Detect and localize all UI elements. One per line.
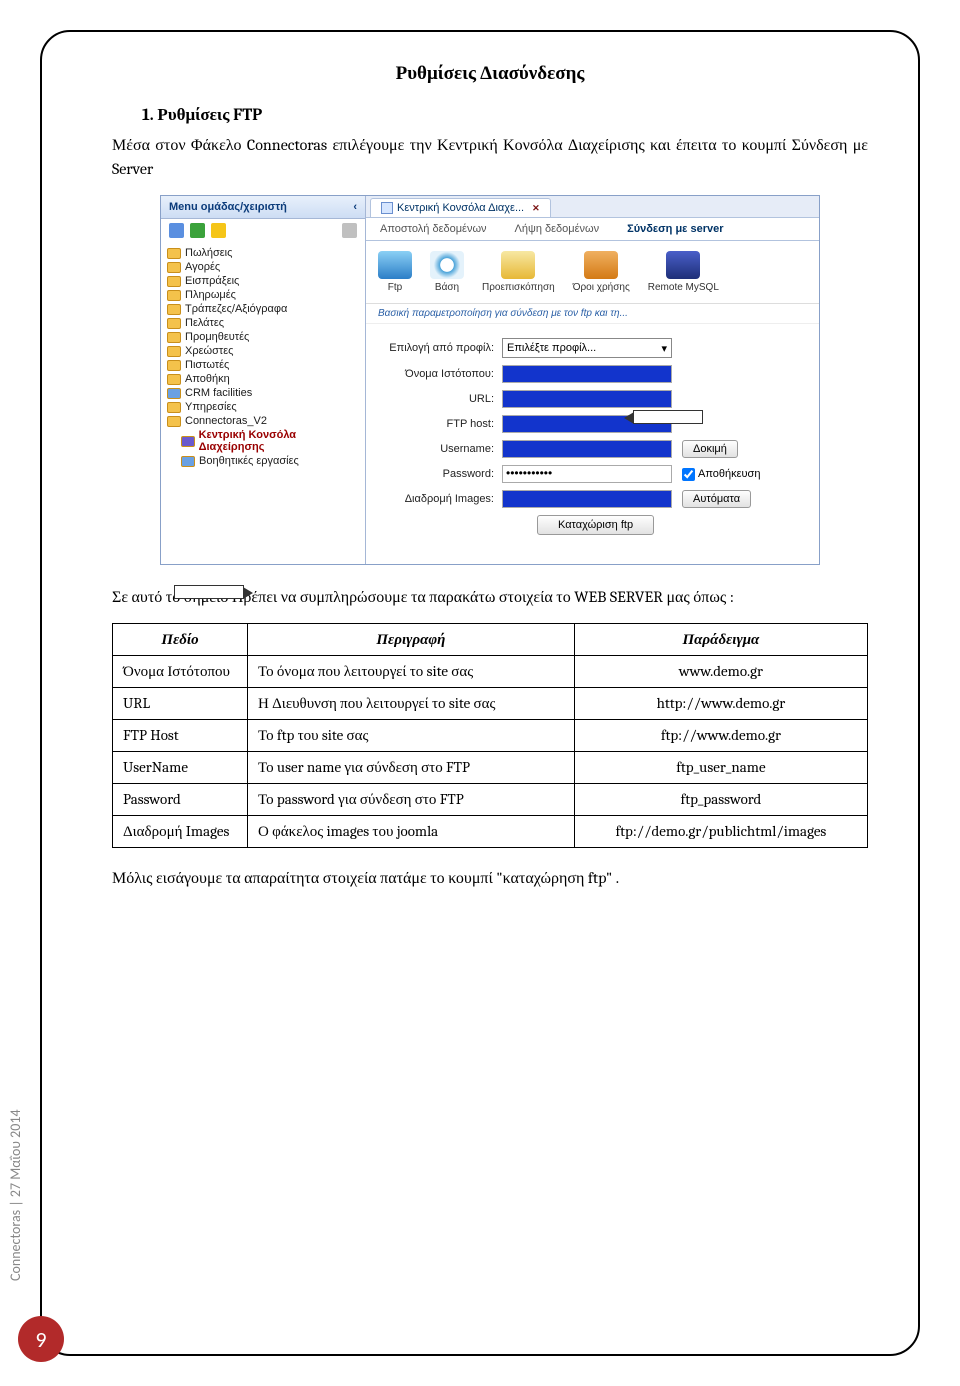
tab-icon <box>381 202 393 214</box>
folder-icon <box>167 416 181 427</box>
folder-icon <box>167 276 181 287</box>
folder-icon <box>167 304 181 315</box>
th-field: Πεδίο <box>113 624 248 656</box>
toolbar-ftp[interactable]: Ftp <box>378 251 412 293</box>
terms-icon <box>584 251 618 279</box>
tree-item[interactable]: Υπηρεσίες <box>167 400 359 414</box>
tree-item[interactable]: Connectoras_V2 <box>167 414 359 428</box>
folder-icon <box>167 346 181 357</box>
sidebar: Menu ομάδας/χειριστή ‹ Πωλήσεις Αγορές Ε… <box>161 196 366 564</box>
table-row: UserNameΤο user name για σύνδεση στο FTP… <box>113 752 868 784</box>
tab-server-connection[interactable]: Σύνδεση με server <box>613 218 737 240</box>
fields-table: Πεδίο Περιγραφή Παράδειγμα Όνομα Ιστότοπ… <box>112 623 868 848</box>
username-input[interactable] <box>502 440 672 458</box>
chevron-down-icon: ▾ <box>661 342 667 355</box>
site-name-input[interactable] <box>502 365 672 383</box>
th-example: Παράδειγμα <box>574 624 867 656</box>
password-input[interactable]: ••••••••••• <box>502 465 672 483</box>
images-path-label: Διαδρομή Images: <box>382 493 502 505</box>
intro-text: Μέσα στον Φάκελο Connectoras επιλέγουμε … <box>112 133 868 181</box>
preview-icon <box>501 251 535 279</box>
images-path-input[interactable] <box>502 490 672 508</box>
save-checkbox[interactable]: Αποθήκευση <box>682 468 760 481</box>
tree-item[interactable]: Πωλήσεις <box>167 246 359 260</box>
folder-icon <box>167 402 181 413</box>
table-row: PasswordΤο password για σύνδεση στο FTPf… <box>113 784 868 816</box>
toolbar-database[interactable]: Βάση <box>430 251 464 293</box>
document-tab[interactable]: Κεντρική Κονσόλα Διαχε... ✕ <box>370 198 551 217</box>
tab-receive-data[interactable]: Λήψη δεδομένων <box>501 218 614 240</box>
folder-icon <box>167 290 181 301</box>
th-desc: Περιγραφή <box>248 624 575 656</box>
page-title: Ρυθμίσεις Διασύνδεσης <box>112 62 868 85</box>
user2-icon[interactable] <box>190 223 205 238</box>
tab-send-data[interactable]: Αποστολή δεδομένων <box>366 218 501 240</box>
username-label: Username: <box>382 443 502 455</box>
folder-icon <box>167 360 181 371</box>
side-watermark: Connectoras | 27 Μαΐου 2014 <box>7 1109 24 1281</box>
eye-icon <box>430 251 464 279</box>
auto-button[interactable]: Αυτόματα <box>682 490 751 508</box>
close-icon[interactable]: ✕ <box>532 203 540 214</box>
tree-item[interactable]: Βοηθητικές εργασίες <box>167 454 359 468</box>
profile-label: Επιλογή από προφίλ: <box>382 342 502 354</box>
tree-item[interactable]: CRM facilities <box>167 386 359 400</box>
folder-icon <box>167 248 181 259</box>
app-screenshot: Menu ομάδας/χειριστή ‹ Πωλήσεις Αγορές Ε… <box>160 195 820 565</box>
arrow-callout-side <box>174 585 244 599</box>
main-pane: Κεντρική Κονσόλα Διαχε... ✕ Αποστολή δεδ… <box>366 196 819 564</box>
tree-item[interactable]: Αποθήκη <box>167 372 359 386</box>
tree-item-selected[interactable]: Κεντρική Κονσόλα Διαχείρησης <box>167 428 359 454</box>
table-row: Όνομα ΙστότοπουΤο όνομα που λειτουργεί τ… <box>113 656 868 688</box>
tree-item[interactable]: Προμηθευτές <box>167 330 359 344</box>
ftp-form: Επιλογή από προφίλ: Επιλέξτε προφίλ... ▾… <box>366 324 819 564</box>
closing-text: Μόλις εισάγουμε τα απαραίτητα στοιχεία π… <box>112 866 868 890</box>
ftp-host-label: FTP host: <box>382 418 502 430</box>
collapse-icon[interactable]: ‹ <box>353 201 357 213</box>
tree-item[interactable]: Πιστωτές <box>167 358 359 372</box>
page-number: 9 <box>18 1316 64 1362</box>
folder-icon <box>167 332 181 343</box>
site-name-label: Όνομα Ιστότοπου: <box>382 368 502 380</box>
toolbar-description: Βασική παραμετροποίηση για σύνδεση με το… <box>366 304 819 324</box>
profile-select[interactable]: Επιλέξτε προφίλ... ▾ <box>502 338 672 358</box>
tree-item[interactable]: Τράπεζες/Αξιόγραφα <box>167 302 359 316</box>
nav-tree: Πωλήσεις Αγορές Εισπράξεις Πληρωμές Τράπ… <box>161 242 365 472</box>
table-row: FTP HostΤο ftp του site σαςftp://www.dem… <box>113 720 868 752</box>
folder-icon <box>181 456 195 467</box>
arrow-callout-top <box>633 410 703 424</box>
ftp-icon <box>378 251 412 279</box>
register-ftp-button[interactable]: Καταχώριση ftp <box>537 515 654 535</box>
url-label: URL: <box>382 393 502 405</box>
tree-item[interactable]: Εισπράξεις <box>167 274 359 288</box>
test-button[interactable]: Δοκιμή <box>682 440 738 458</box>
console-icon <box>181 436 195 447</box>
star-icon[interactable] <box>211 223 226 238</box>
toolbar: Ftp Βάση Προεπισκόπηση Όροι χρήσης Remot… <box>366 241 819 304</box>
tree-item[interactable]: Πληρωμές <box>167 288 359 302</box>
folder-icon <box>167 374 181 385</box>
user-icon[interactable] <box>169 223 184 238</box>
toolbar-terms[interactable]: Όροι χρήσης <box>573 251 630 293</box>
table-row: URLΗ Διευθυνση που λειτουργεί το site σα… <box>113 688 868 720</box>
sidebar-title: Menu ομάδας/χειριστή <box>169 201 287 213</box>
search-icon[interactable] <box>342 223 357 238</box>
folder-icon <box>167 318 181 329</box>
password-label: Password: <box>382 468 502 480</box>
toolbar-remote-mysql[interactable]: Remote MySQL <box>648 251 719 293</box>
tree-item[interactable]: Πελάτες <box>167 316 359 330</box>
tree-item[interactable]: Αγορές <box>167 260 359 274</box>
folder-icon <box>167 262 181 273</box>
section-head: 1. Ρυθμίσεις FTP <box>142 105 868 125</box>
table-row: Διαδρομή ImagesΟ φάκελος images του joom… <box>113 816 868 848</box>
toolbar-preview[interactable]: Προεπισκόπηση <box>482 251 555 293</box>
tree-item[interactable]: Χρεώστες <box>167 344 359 358</box>
folder-icon <box>167 388 181 399</box>
mysql-icon <box>666 251 700 279</box>
url-input[interactable] <box>502 390 672 408</box>
